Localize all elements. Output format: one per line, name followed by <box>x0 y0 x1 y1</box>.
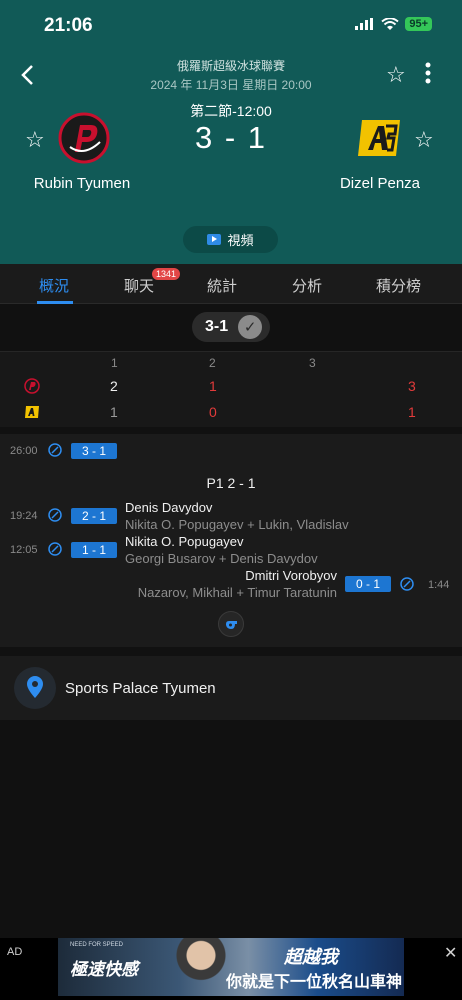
pill-score: 3-1 <box>205 318 229 335</box>
ad-tagline: 你就是下一位秋名山車神 <box>226 974 403 991</box>
home-mini-logo-icon <box>24 378 40 394</box>
away-team-logo[interactable] <box>354 112 406 164</box>
wifi-icon <box>381 17 399 30</box>
tab-analysis[interactable]: 分析 <box>292 275 322 296</box>
goal-time: 19:24 <box>10 510 38 522</box>
goal-scorer[interactable]: Denis Davydov <box>125 500 212 515</box>
hockey-stick-icon <box>48 443 62 457</box>
ad-headline-left: 極速快感 <box>70 960 138 979</box>
away-mini-logo-icon <box>25 406 39 418</box>
chat-count-badge: 1341 <box>152 268 181 280</box>
goal-score-badge: 1 - 1 <box>71 542 117 558</box>
home-period-2: 1 <box>209 378 217 394</box>
favorite-home-star-icon[interactable]: ☆ <box>25 127 45 153</box>
away-total: 1 <box>408 404 416 420</box>
battery-indicator: 95+ <box>405 17 432 31</box>
venue-name: Sports Palace Tyumen <box>65 680 216 697</box>
hockey-stick-icon <box>400 577 414 591</box>
period-score-table: 1 2 3 2 1 3 1 0 1 <box>0 351 462 427</box>
event-score-badge: 3 - 1 <box>71 443 117 459</box>
goal-time: 12:05 <box>10 544 38 556</box>
goal-assist: Nikita O. Popugayev + Lukin, Vladislav <box>125 517 349 532</box>
whistle-icon <box>218 611 244 637</box>
goal-score-badge: 0 - 1 <box>345 576 391 592</box>
goal-time: 1:44 <box>428 579 450 591</box>
video-icon <box>207 234 222 245</box>
more-options-icon[interactable] <box>425 62 431 90</box>
goal-assist: Nazarov, Mikhail + Timur Taratunin <box>137 585 337 600</box>
match-header: 21:06 95+ 俄羅斯超級冰球聯賽 2024 年 11月3日 星期日 20:… <box>0 0 462 264</box>
home-team-logo[interactable] <box>58 112 110 164</box>
home-period-1: 2 <box>110 378 118 394</box>
status-time: 21:06 <box>44 15 93 36</box>
location-pin-icon <box>14 667 56 709</box>
ad-person-image <box>176 938 226 996</box>
tab-bar: 概況 聊天 統計 分析 積分榜 <box>0 264 462 304</box>
favorite-match-star-icon[interactable]: ☆ <box>386 62 406 88</box>
check-icon: ✓ <box>238 315 263 339</box>
tab-chat[interactable]: 聊天 <box>124 275 154 296</box>
status-icons: 95+ <box>355 17 432 31</box>
ad-bar: AD NEED FOR SPEED 極速快感 超越我 你就是下一位秋名山車神 ✕ <box>0 938 462 1000</box>
period-header-3: 3 <box>309 356 316 370</box>
video-button[interactable]: 視頻 <box>183 226 278 253</box>
signal-icon <box>355 18 374 30</box>
tab-standings[interactable]: 積分榜 <box>376 275 421 296</box>
away-period-2: 0 <box>209 404 217 420</box>
ad-headline-right: 超越我 <box>284 947 338 967</box>
tab-overview[interactable]: 概況 <box>39 275 69 296</box>
event-time: 26:00 <box>10 445 38 457</box>
hockey-stick-icon <box>48 542 62 556</box>
hockey-stick-icon <box>48 508 62 522</box>
away-team-name[interactable]: Dizel Penza <box>310 175 450 192</box>
video-label: 視頻 <box>227 233 254 248</box>
tab-stats[interactable]: 統計 <box>207 275 237 296</box>
events-timeline: 26:00 3 - 1 P1 2 - 1 19:24 2 - 1 Denis D… <box>0 434 462 647</box>
ad-brand: NEED FOR SPEED <box>70 942 124 948</box>
goal-scorer[interactable]: Dmitri Vorobyov <box>245 568 337 583</box>
favorite-away-star-icon[interactable]: ☆ <box>414 127 434 153</box>
ad-label: AD <box>7 946 23 958</box>
goal-score-badge: 2 - 1 <box>71 508 117 524</box>
close-ad-icon[interactable]: ✕ <box>444 943 457 963</box>
away-period-1: 1 <box>110 404 118 420</box>
home-total: 3 <box>408 378 416 394</box>
goal-assist: Georgi Busarov + Denis Davydov <box>125 551 318 566</box>
home-team-name[interactable]: Rubin Tyumen <box>12 175 152 192</box>
venue-row[interactable]: Sports Palace Tyumen <box>0 656 462 720</box>
period-header-2: 2 <box>209 356 216 370</box>
ad-banner[interactable]: NEED FOR SPEED 極速快感 超越我 你就是下一位秋名山車神 <box>58 938 404 996</box>
period-header-1: 1 <box>111 356 118 370</box>
score-summary-pill[interactable]: 3-1 ✓ <box>192 312 270 342</box>
active-tab-indicator <box>37 301 73 304</box>
period-summary-label: P1 2 - 1 <box>206 475 256 491</box>
goal-scorer[interactable]: Nikita O. Popugayev <box>125 534 244 549</box>
